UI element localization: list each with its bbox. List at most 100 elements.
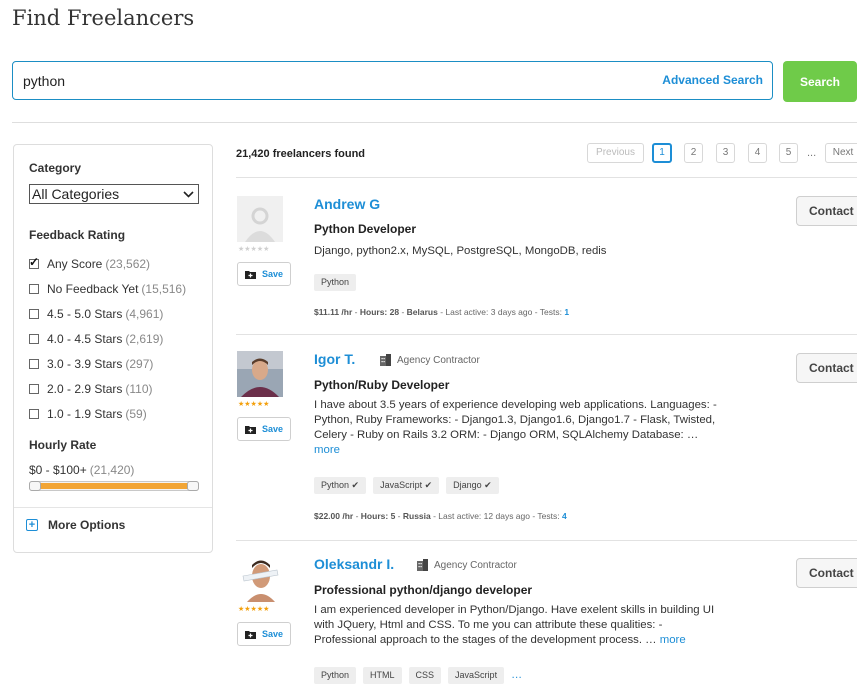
checkbox[interactable] bbox=[29, 283, 39, 294]
freelancer-name[interactable]: Andrew G bbox=[314, 196, 380, 212]
skill-tag[interactable]: HTML bbox=[363, 667, 402, 684]
skill-tag[interactable]: Python bbox=[314, 667, 357, 684]
skill-tag[interactable]: Python ✔ bbox=[314, 477, 367, 494]
folder-plus-icon bbox=[244, 270, 256, 279]
skill-tag[interactable]: JavaScript bbox=[448, 667, 505, 684]
tests-label: Tests: bbox=[539, 307, 562, 317]
feedback-option[interactable]: 4.0 - 4.5 Stars (2,619) bbox=[29, 326, 186, 351]
page-title: Find Freelancers bbox=[12, 6, 195, 30]
page-1-button[interactable]: 1 bbox=[652, 143, 672, 163]
search-button[interactable]: Search bbox=[783, 61, 857, 102]
hours-value: 28 bbox=[389, 307, 400, 317]
previous-page-button[interactable]: Previous bbox=[587, 143, 644, 163]
option-count: (2,619) bbox=[125, 331, 164, 346]
checkbox[interactable] bbox=[29, 308, 39, 319]
header-divider bbox=[12, 122, 857, 123]
freelancer-name[interactable]: Igor T. bbox=[314, 351, 355, 367]
freelancer-description: I have about 3.5 years of experience dev… bbox=[314, 398, 724, 458]
checkbox[interactable] bbox=[29, 408, 39, 419]
hours-label: Hours: bbox=[360, 511, 389, 521]
save-label: Save bbox=[261, 629, 284, 639]
tests-label: Tests: bbox=[537, 511, 560, 521]
save-label: Save bbox=[261, 424, 284, 434]
contact-button[interactable]: Contact bbox=[796, 558, 857, 588]
save-button[interactable]: Save bbox=[237, 262, 291, 286]
option-label: No Feedback Yet bbox=[47, 281, 139, 296]
country: Belarus bbox=[406, 307, 438, 317]
search-input[interactable] bbox=[23, 62, 623, 99]
contact-button[interactable]: Contact bbox=[796, 353, 857, 383]
checkbox[interactable] bbox=[29, 383, 39, 394]
advanced-search-link[interactable]: Advanced Search bbox=[662, 73, 763, 87]
feedback-option[interactable]: Any Score(23,562) bbox=[29, 251, 186, 276]
more-options-link[interactable]: + More Options bbox=[26, 518, 125, 532]
rating-stars: ★★★★★ bbox=[238, 401, 270, 408]
avatar-placeholder-icon[interactable] bbox=[237, 196, 283, 242]
more-tags-ellipsis[interactable]: … bbox=[511, 667, 522, 684]
last-active-value: 12 days ago bbox=[483, 511, 530, 521]
feedback-option[interactable]: 2.0 - 2.9 Stars (110) bbox=[29, 376, 186, 401]
freelancer-title: Python Developer bbox=[314, 222, 417, 236]
feedback-rating-label: Feedback Rating bbox=[29, 228, 126, 242]
avatar-photo[interactable] bbox=[237, 556, 283, 602]
freelancer-title: Professional python/django developer bbox=[314, 583, 533, 597]
hourly-rate-slider[interactable] bbox=[29, 481, 199, 491]
option-label: 4.5 - 5.0 Stars bbox=[47, 306, 123, 321]
slider-min-handle[interactable] bbox=[29, 481, 41, 491]
country: Russia bbox=[402, 511, 431, 521]
hours-label: Hours: bbox=[359, 307, 388, 317]
building-icon bbox=[417, 559, 428, 571]
hourly-count: (21,420) bbox=[89, 463, 135, 477]
pagination-ellipsis: ... bbox=[807, 147, 817, 159]
description-text: I am experienced developer in Python/Dja… bbox=[314, 604, 715, 646]
freelancer-meta: $11.11 /hr - Hours: 28 - Belarus - Last … bbox=[314, 307, 570, 317]
more-link[interactable]: more bbox=[314, 444, 340, 456]
more-link[interactable]: more bbox=[660, 634, 686, 646]
tests-value[interactable]: 1 bbox=[564, 307, 569, 317]
skill-tag[interactable]: Django ✔ bbox=[446, 477, 499, 494]
results-count: 21,420 freelancers found bbox=[236, 148, 366, 160]
result-divider bbox=[236, 540, 857, 541]
hourly-rate-value: $0 - $100+ (21,420) bbox=[29, 463, 134, 477]
page-5-button[interactable]: 5 bbox=[779, 143, 798, 163]
freelancer-meta: $22.00 /hr - Hours: 5 - Russia - Last ac… bbox=[314, 511, 567, 521]
avatar-photo[interactable] bbox=[237, 351, 283, 397]
next-page-button[interactable]: Next bbox=[825, 143, 857, 163]
page-2-button[interactable]: 2 bbox=[684, 143, 703, 163]
skill-tag[interactable]: CSS bbox=[408, 667, 442, 684]
result-divider bbox=[236, 177, 857, 178]
skill-tag[interactable]: Python bbox=[314, 274, 357, 291]
hourly-range: $0 - $100+ bbox=[29, 463, 87, 477]
checkbox[interactable] bbox=[29, 255, 39, 269]
page-3-button[interactable]: 3 bbox=[716, 143, 735, 163]
category-selected-value: All Categories bbox=[32, 186, 120, 202]
option-label: Any Score bbox=[47, 256, 103, 271]
agency-label: Agency Contractor bbox=[434, 559, 517, 571]
last-active-value: 3 days ago bbox=[490, 307, 533, 317]
feedback-option[interactable]: 4.5 - 5.0 Stars (4,961) bbox=[29, 301, 186, 326]
feedback-option[interactable]: 1.0 - 1.9 Stars (59) bbox=[29, 401, 186, 426]
slider-fill bbox=[38, 483, 190, 489]
feedback-option[interactable]: No Feedback Yet (15,516) bbox=[29, 276, 186, 301]
skill-tag[interactable]: JavaScript ✔ bbox=[373, 477, 440, 494]
freelancer-description: Django, python2.x, MySQL, PostgreSQL, Mo… bbox=[314, 245, 607, 257]
feedback-options: Any Score(23,562) No Feedback Yet(15,516… bbox=[29, 251, 186, 426]
option-label: 1.0 - 1.9 Stars bbox=[47, 406, 123, 421]
freelancer-name[interactable]: Oleksandr I. bbox=[314, 556, 394, 572]
hourly-rate: $11.11 /hr bbox=[314, 307, 353, 317]
checkbox[interactable] bbox=[29, 333, 39, 344]
plus-icon: + bbox=[26, 519, 38, 531]
slider-max-handle[interactable] bbox=[187, 481, 199, 491]
description-text: I have about 3.5 years of experience dev… bbox=[314, 399, 717, 441]
skill-tags: Python ✔ JavaScript ✔ Django ✔ bbox=[314, 477, 499, 494]
page-4-button[interactable]: 4 bbox=[748, 143, 767, 163]
tests-value[interactable]: 4 bbox=[562, 511, 567, 521]
more-options-label: More Options bbox=[48, 518, 126, 532]
save-button[interactable]: Save bbox=[237, 417, 291, 441]
save-button[interactable]: Save bbox=[237, 622, 291, 646]
checkbox[interactable] bbox=[29, 358, 39, 369]
category-select[interactable]: All Categories bbox=[29, 184, 199, 204]
option-label: 3.0 - 3.9 Stars bbox=[47, 356, 123, 371]
contact-button[interactable]: Contact bbox=[796, 196, 857, 226]
feedback-option[interactable]: 3.0 - 3.9 Stars (297) bbox=[29, 351, 186, 376]
